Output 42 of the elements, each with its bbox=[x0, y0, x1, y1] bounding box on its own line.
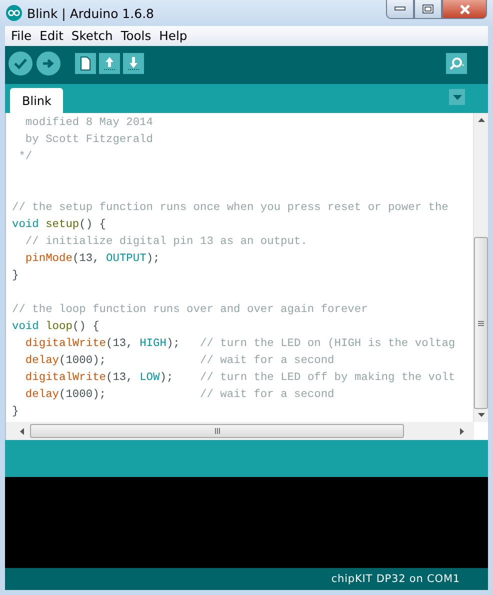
minimize-icon bbox=[394, 6, 406, 12]
code-line: // initialize digital pin 13 as an output. bbox=[24, 234, 308, 250]
menu-item[interactable]: Edit bbox=[36, 29, 68, 43]
code-line: } bbox=[12, 404, 19, 420]
code-line: } bbox=[12, 268, 19, 284]
vertical-scrollbar-thumb[interactable] bbox=[474, 237, 488, 409]
tab[interactable]: Blink bbox=[10, 88, 64, 113]
serial-monitor-button[interactable] bbox=[446, 53, 467, 77]
caret-icon bbox=[452, 94, 462, 100]
code-line: pinMode(13, OUTPUT); bbox=[24, 252, 160, 267]
scroll-left-icon[interactable] bbox=[20, 428, 24, 434]
menu-item[interactable]: Tools bbox=[116, 29, 156, 43]
open-button[interactable] bbox=[99, 53, 120, 77]
maximize-button[interactable] bbox=[414, 0, 442, 19]
menu-item[interactable]: Sketch bbox=[67, 29, 117, 43]
logo-icon bbox=[6, 5, 22, 21]
new-button[interactable] bbox=[75, 53, 96, 77]
scroll-right-icon[interactable] bbox=[460, 428, 464, 434]
code-line: void setup() { bbox=[12, 218, 106, 233]
code-line: digitalWrite(13, HIGH); // turn the LED on (HIGH is the voltag bbox=[24, 336, 456, 352]
code-line: void loop() { bbox=[12, 320, 100, 335]
scroll-up-icon[interactable] bbox=[478, 118, 484, 122]
minimize-button[interactable] bbox=[386, 0, 414, 19]
window-title: Blink | Arduino 1.6.8 bbox=[27, 6, 154, 20]
close-icon bbox=[458, 4, 470, 14]
code-line: by Scott Fitzgerald bbox=[24, 132, 153, 148]
scroll-down-icon[interactable] bbox=[478, 413, 484, 417]
save-button[interactable] bbox=[123, 53, 144, 77]
code-line: digitalWrite(13, LOW); // turn the LED off by making the volt bbox=[24, 370, 456, 386]
maximize-icon bbox=[422, 4, 434, 14]
code-line: */ bbox=[18, 150, 32, 165]
board-port-label: chipKIT DP32 on COM1 bbox=[331, 573, 460, 585]
menu-item[interactable]: Help bbox=[155, 29, 192, 43]
code-line: delay(1000); // wait for a second bbox=[24, 354, 334, 369]
code-line: // the setup function runs once when you press reset or power the bbox=[12, 200, 448, 216]
close-button[interactable] bbox=[442, 0, 487, 19]
tab-menu-button[interactable] bbox=[449, 89, 465, 105]
code-line: delay(1000); // wait for a second bbox=[24, 388, 334, 403]
menu-item[interactable]: File bbox=[7, 29, 36, 43]
code-line: modified 8 May 2014 bbox=[24, 116, 153, 131]
horizontal-scrollbar-thumb[interactable] bbox=[30, 424, 404, 438]
code-line: // the loop function runs over and over again forever bbox=[12, 302, 368, 318]
